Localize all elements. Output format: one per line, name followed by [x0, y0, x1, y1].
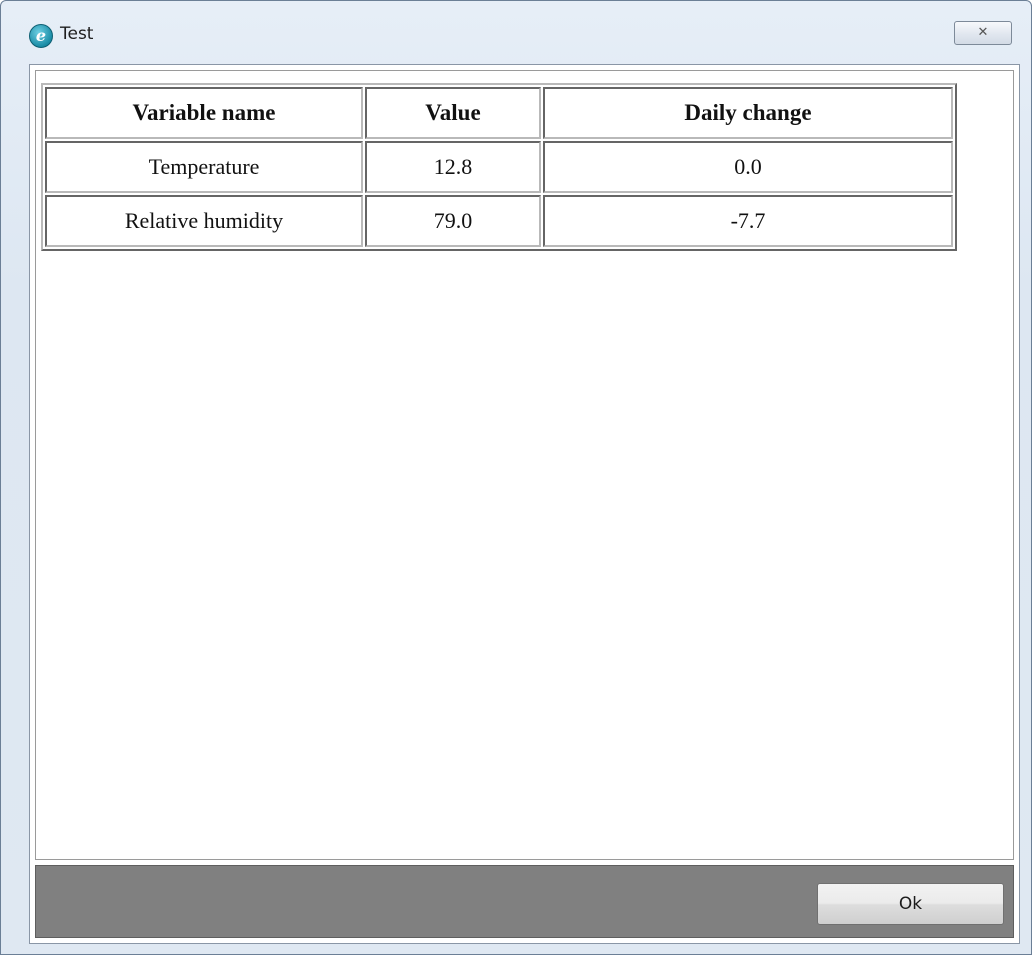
column-header-daily-change: Daily change [543, 87, 953, 139]
content-panel: Variable name Value Daily change Tempera… [35, 70, 1014, 860]
table-row: Temperature 12.8 0.0 [45, 141, 953, 193]
ok-button[interactable]: Ok [817, 883, 1004, 925]
close-button[interactable]: ✕ [954, 21, 1012, 45]
client-area: Variable name Value Daily change Tempera… [29, 64, 1020, 944]
window-title: Test [60, 24, 94, 44]
variables-table: Variable name Value Daily change Tempera… [41, 83, 957, 251]
dialog-window: e Test ✕ Variable name Value Daily chang… [0, 0, 1032, 955]
cell-variable-name: Relative humidity [45, 195, 363, 247]
title-bar[interactable]: e Test ✕ [1, 1, 1031, 63]
cell-variable-name: Temperature [45, 141, 363, 193]
table-row: Relative humidity 79.0 -7.7 [45, 195, 953, 247]
table-header-row: Variable name Value Daily change [45, 87, 953, 139]
app-e-icon: e [29, 24, 53, 48]
cell-daily-change: 0.0 [543, 141, 953, 193]
cell-daily-change: -7.7 [543, 195, 953, 247]
cell-value: 12.8 [365, 141, 541, 193]
button-bar: Ok [35, 865, 1014, 938]
close-icon: ✕ [977, 25, 989, 40]
column-header-value: Value [365, 87, 541, 139]
cell-value: 79.0 [365, 195, 541, 247]
column-header-variable-name: Variable name [45, 87, 363, 139]
